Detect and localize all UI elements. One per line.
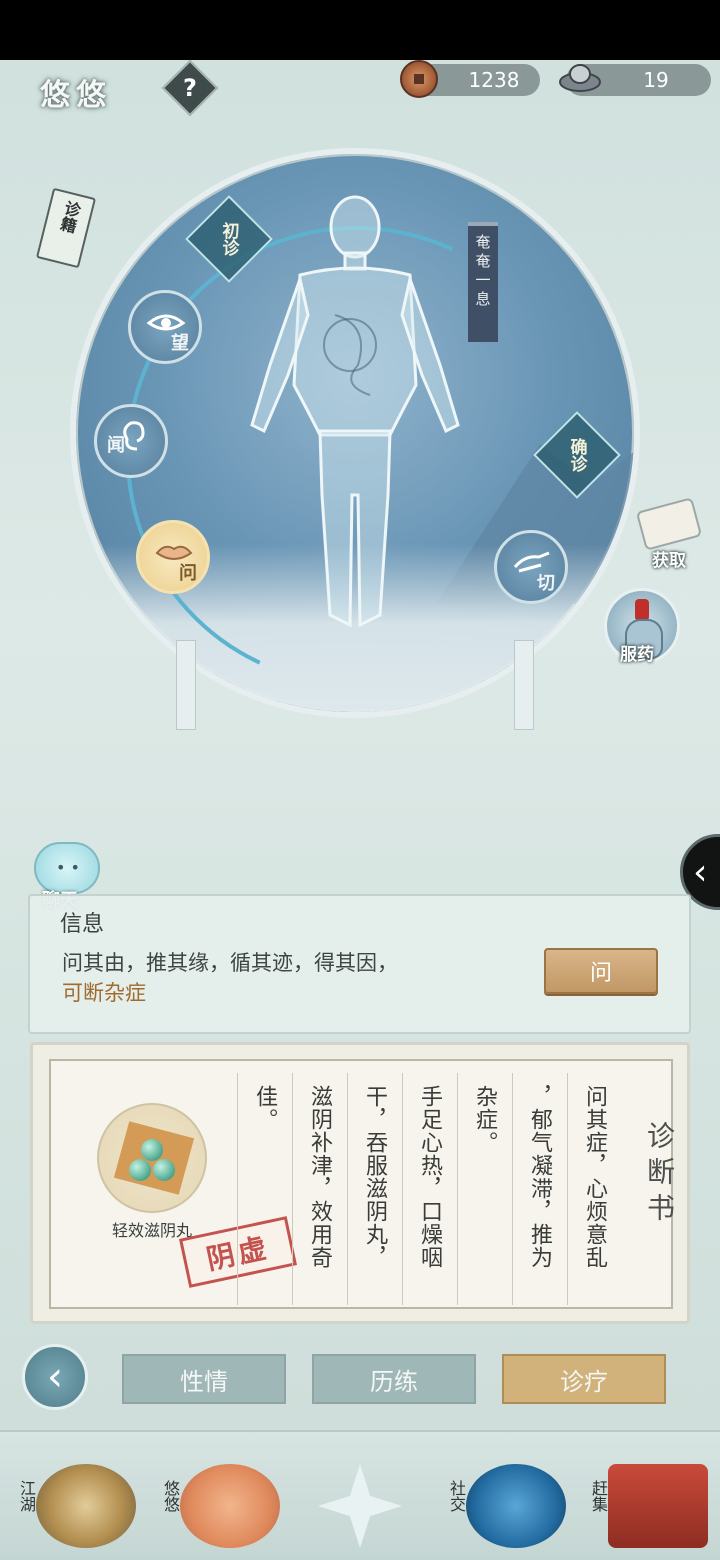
- diagnosis-line: 佳。: [237, 1073, 292, 1305]
- swallow-icon: [180, 1464, 280, 1548]
- take-medicine-button[interactable]: 服药: [604, 588, 680, 665]
- scroll-icon: [635, 497, 703, 551]
- nav-home[interactable]: [296, 1454, 426, 1554]
- method-pulse-button[interactable]: 切: [494, 530, 568, 604]
- obtain-button[interactable]: 获取: [635, 497, 703, 571]
- pill: [141, 1139, 163, 1161]
- diagnosis-line: 干，吞服滋阴丸，: [347, 1073, 402, 1305]
- silver-value: 19: [643, 68, 669, 92]
- tab-personality[interactable]: 性情: [122, 1354, 286, 1404]
- diagnosis-line: 滋阴补津，效用奇: [292, 1073, 347, 1305]
- pill: [153, 1159, 175, 1181]
- diagnosis-line: 手足心热，口燥咽: [402, 1073, 457, 1305]
- diagnosis-book: 轻效滋阴丸 阴虚 问其症，心烦意乱 ，郁气凝滞，推为 杂症。 手足心热，口燥咽 …: [30, 1042, 690, 1324]
- info-title: 信息: [60, 912, 105, 937]
- diagnosis-line: 问其症，心烦意乱: [567, 1073, 622, 1305]
- help-button[interactable]: ?: [161, 59, 219, 117]
- circle-pillar-left: [176, 640, 196, 730]
- character-name: 悠悠: [40, 78, 112, 113]
- status-bar: [0, 0, 720, 60]
- info-highlight: 可断杂症: [62, 981, 146, 1005]
- nav-jianghu[interactable]: 江湖: [14, 1454, 144, 1554]
- nav-social[interactable]: 社交: [444, 1454, 574, 1554]
- condition-banner: 奄奄一息: [468, 222, 498, 342]
- nav-youyou[interactable]: 悠悠: [158, 1454, 288, 1554]
- human-body-figure[interactable]: [240, 195, 470, 650]
- method-ask-button[interactable]: 问: [136, 520, 210, 594]
- copper-coin-counter[interactable]: 1238: [400, 60, 540, 98]
- tab-training[interactable]: 历练: [312, 1354, 476, 1404]
- star-compass-icon: [318, 1464, 402, 1548]
- back-button[interactable]: ‹: [22, 1344, 88, 1410]
- help-icon: ?: [183, 74, 197, 102]
- info-text: 问其由，推其缘，循其迹，得其因， 可断杂症: [62, 951, 398, 1005]
- remedy-image[interactable]: [97, 1103, 207, 1213]
- silver-counter[interactable]: 19: [559, 64, 711, 96]
- silver-ingot-icon: [559, 64, 601, 92]
- bamboo-hat-icon: [36, 1464, 136, 1548]
- circle-pillar-right: [514, 640, 534, 730]
- bottom-navigation: 江湖 悠悠 社交 赶集: [0, 1430, 720, 1560]
- book-label: 诊籍: [56, 198, 83, 235]
- back-arrow-icon: ‹: [47, 1354, 63, 1400]
- method-observe-button[interactable]: 望: [128, 290, 202, 364]
- chat-face-icon: • •: [56, 858, 80, 877]
- medical-records-book[interactable]: 诊籍: [35, 187, 97, 269]
- wave-icon: [466, 1464, 566, 1548]
- pill: [129, 1159, 151, 1181]
- diagnosis-title: 诊断书: [643, 1121, 676, 1229]
- ask-button[interactable]: 问: [544, 948, 658, 994]
- copper-coin-icon: [400, 60, 438, 98]
- diagnosis-text: 问其症，心烦意乱 ，郁气凝滞，推为 杂症。 手足心热，口燥咽 干，吞服滋阴丸， …: [237, 1073, 622, 1305]
- copper-coin-value: 1238: [468, 68, 520, 92]
- chevron-left-icon: ‹: [693, 851, 708, 893]
- tab-treatment[interactable]: 诊疗: [502, 1354, 666, 1404]
- nav-market[interactable]: 赶集: [586, 1454, 716, 1554]
- info-panel: 信息 问其由，推其缘，循其迹，得其因， 可断杂症 问: [28, 894, 691, 1034]
- method-listen-button[interactable]: 闻: [94, 404, 168, 478]
- chat-button[interactable]: • • 聊天: [34, 842, 100, 911]
- treasure-box-icon: [608, 1464, 708, 1548]
- diagnosis-line: 杂症。: [457, 1073, 512, 1305]
- diagnosis-line: ，郁气凝滞，推为: [512, 1073, 567, 1305]
- diagnosis-page: 轻效滋阴丸 阴虚 问其症，心烦意乱 ，郁气凝滞，推为 杂症。 手足心热，口燥咽 …: [49, 1059, 676, 1309]
